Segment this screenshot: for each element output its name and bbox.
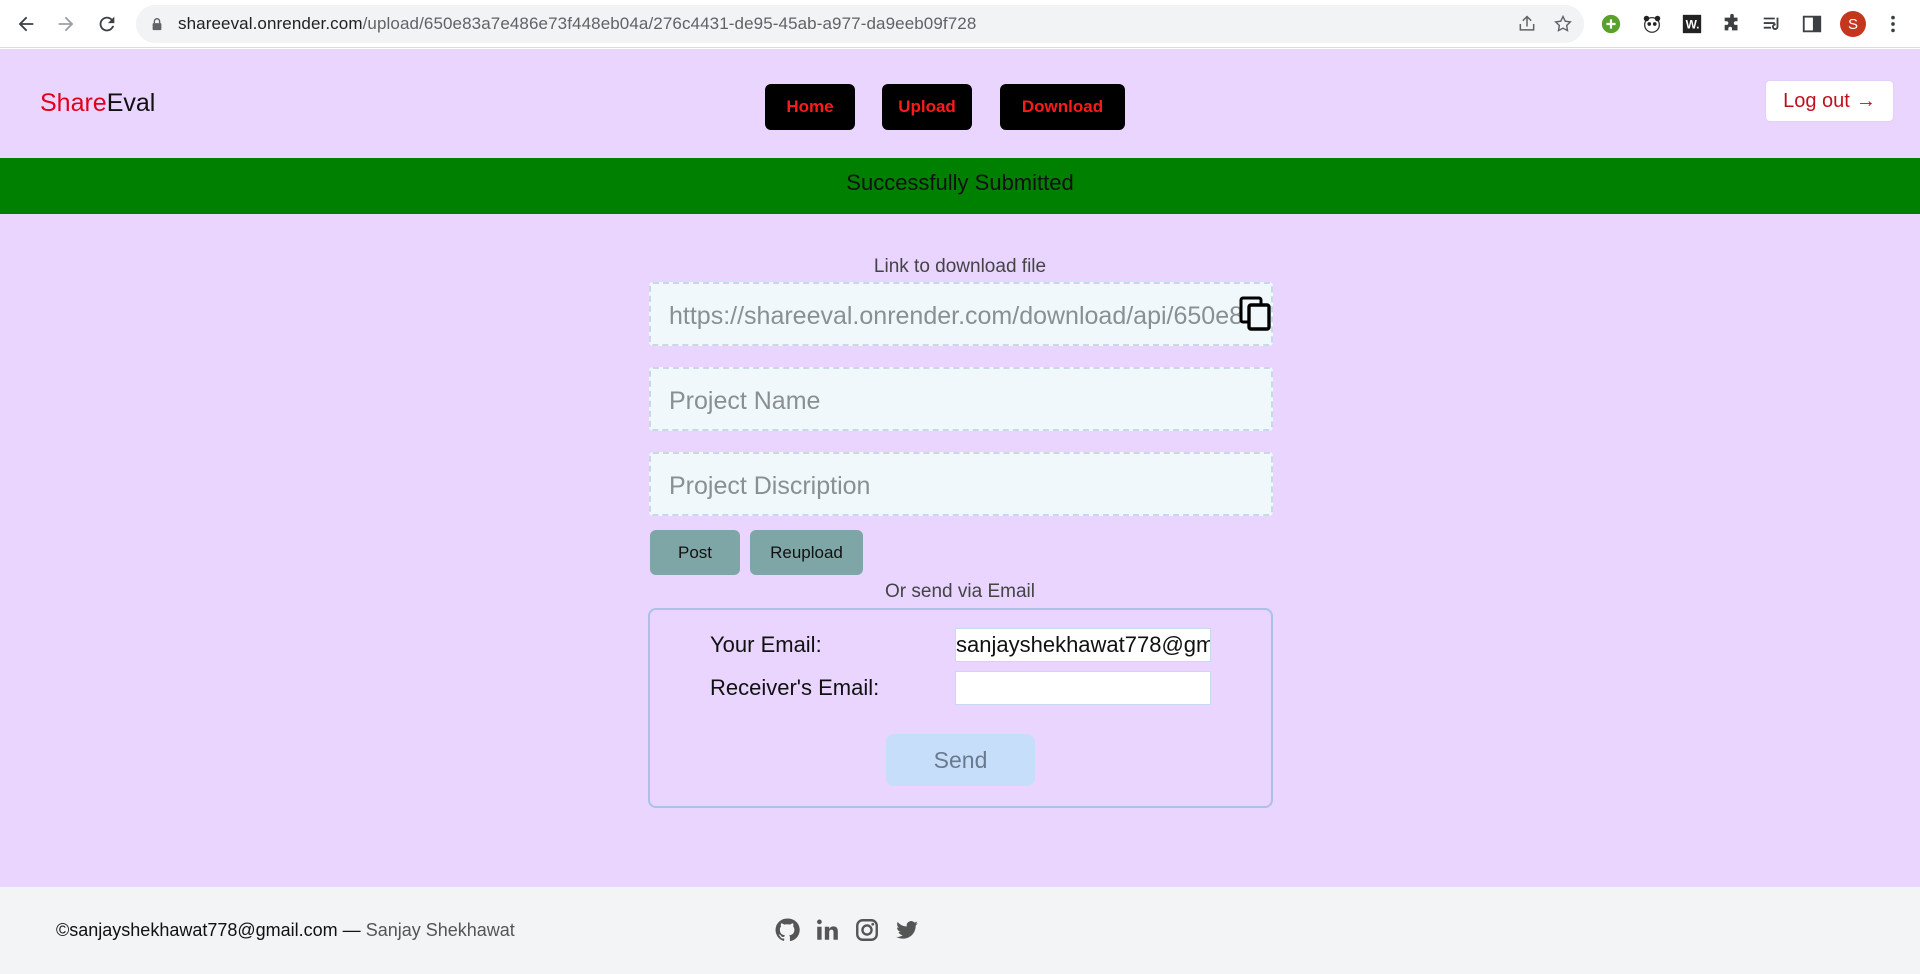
copy-icon[interactable] <box>1239 296 1273 332</box>
bookmark-star-icon[interactable] <box>1552 13 1574 35</box>
back-icon[interactable] <box>12 10 40 38</box>
site-footer: ©sanjayshekhawat778@gmail.com — Sanjay S… <box>0 887 1920 974</box>
browser-toolbar: shareeval.onrender.com/upload/650e83a7e4… <box>0 0 1920 48</box>
site-header: ShareEval Home Upload Download Log out → <box>0 49 1920 158</box>
success-banner: Successfully Submitted <box>0 158 1920 214</box>
post-button[interactable]: Post <box>650 530 740 575</box>
email-section-label: Or send via Email <box>885 581 1035 602</box>
reload-icon[interactable] <box>93 10 121 38</box>
your-email-label: Your Email: <box>710 632 822 657</box>
your-email-input[interactable]: sanjayshekhawat778@gmail.com <box>955 628 1211 662</box>
receiver-email-input[interactable] <box>955 671 1211 705</box>
download-link-value: https://shareeval.onrender.com/download/… <box>669 302 1244 330</box>
browser-menu-icon[interactable] <box>1878 9 1908 39</box>
share-icon[interactable] <box>1516 13 1538 35</box>
linkedin-icon[interactable] <box>814 917 840 943</box>
logout-button[interactable]: Log out → <box>1766 81 1893 121</box>
send-button[interactable]: Send <box>886 734 1035 786</box>
profile-avatar[interactable]: S <box>1838 9 1868 39</box>
site-logo[interactable]: ShareEval <box>40 89 155 118</box>
footer-author: Sanjay Shekhawat <box>365 920 515 940</box>
forward-icon[interactable] <box>52 10 80 38</box>
download-link-field[interactable]: https://shareeval.onrender.com/download/… <box>649 282 1273 346</box>
nav-download-button[interactable]: Download <box>1000 84 1125 130</box>
page: ShareEval Home Upload Download Log out →… <box>0 49 1920 974</box>
email-form: Your Email: sanjayshekhawat778@gmail.com… <box>648 608 1273 808</box>
address-bar[interactable]: shareeval.onrender.com/upload/650e83a7e4… <box>136 5 1584 43</box>
extensions-puzzle-icon[interactable] <box>1717 9 1747 39</box>
download-link-label: Link to download file <box>873 256 1047 277</box>
twitter-icon[interactable] <box>894 917 920 943</box>
receiver-email-label: Receiver's Email: <box>710 675 880 700</box>
media-queue-icon[interactable] <box>1757 9 1787 39</box>
lock-icon <box>150 16 166 32</box>
footer-copyright: ©sanjayshekhawat778@gmail.com — Sanjay S… <box>56 920 515 940</box>
url-text: shareeval.onrender.com/upload/650e83a7e4… <box>178 14 977 33</box>
w-extension-icon[interactable]: W. <box>1677 9 1707 39</box>
project-description-input[interactable]: Project Discription <box>649 452 1273 516</box>
project-name-input[interactable]: Project Name <box>649 367 1273 431</box>
side-panel-icon[interactable] <box>1797 9 1827 39</box>
extension-plus-icon[interactable] <box>1596 9 1626 39</box>
arrow-right-icon: → <box>1855 89 1876 112</box>
success-message: Successfully Submitted <box>846 170 1074 195</box>
nav-upload-button[interactable]: Upload <box>882 84 972 130</box>
nav-home-button[interactable]: Home <box>765 84 855 130</box>
reupload-button[interactable]: Reupload <box>750 530 863 575</box>
instagram-icon[interactable] <box>854 917 880 943</box>
svg-text:W.: W. <box>1686 18 1700 32</box>
panda-extension-icon[interactable] <box>1637 9 1667 39</box>
github-icon[interactable] <box>774 917 800 943</box>
